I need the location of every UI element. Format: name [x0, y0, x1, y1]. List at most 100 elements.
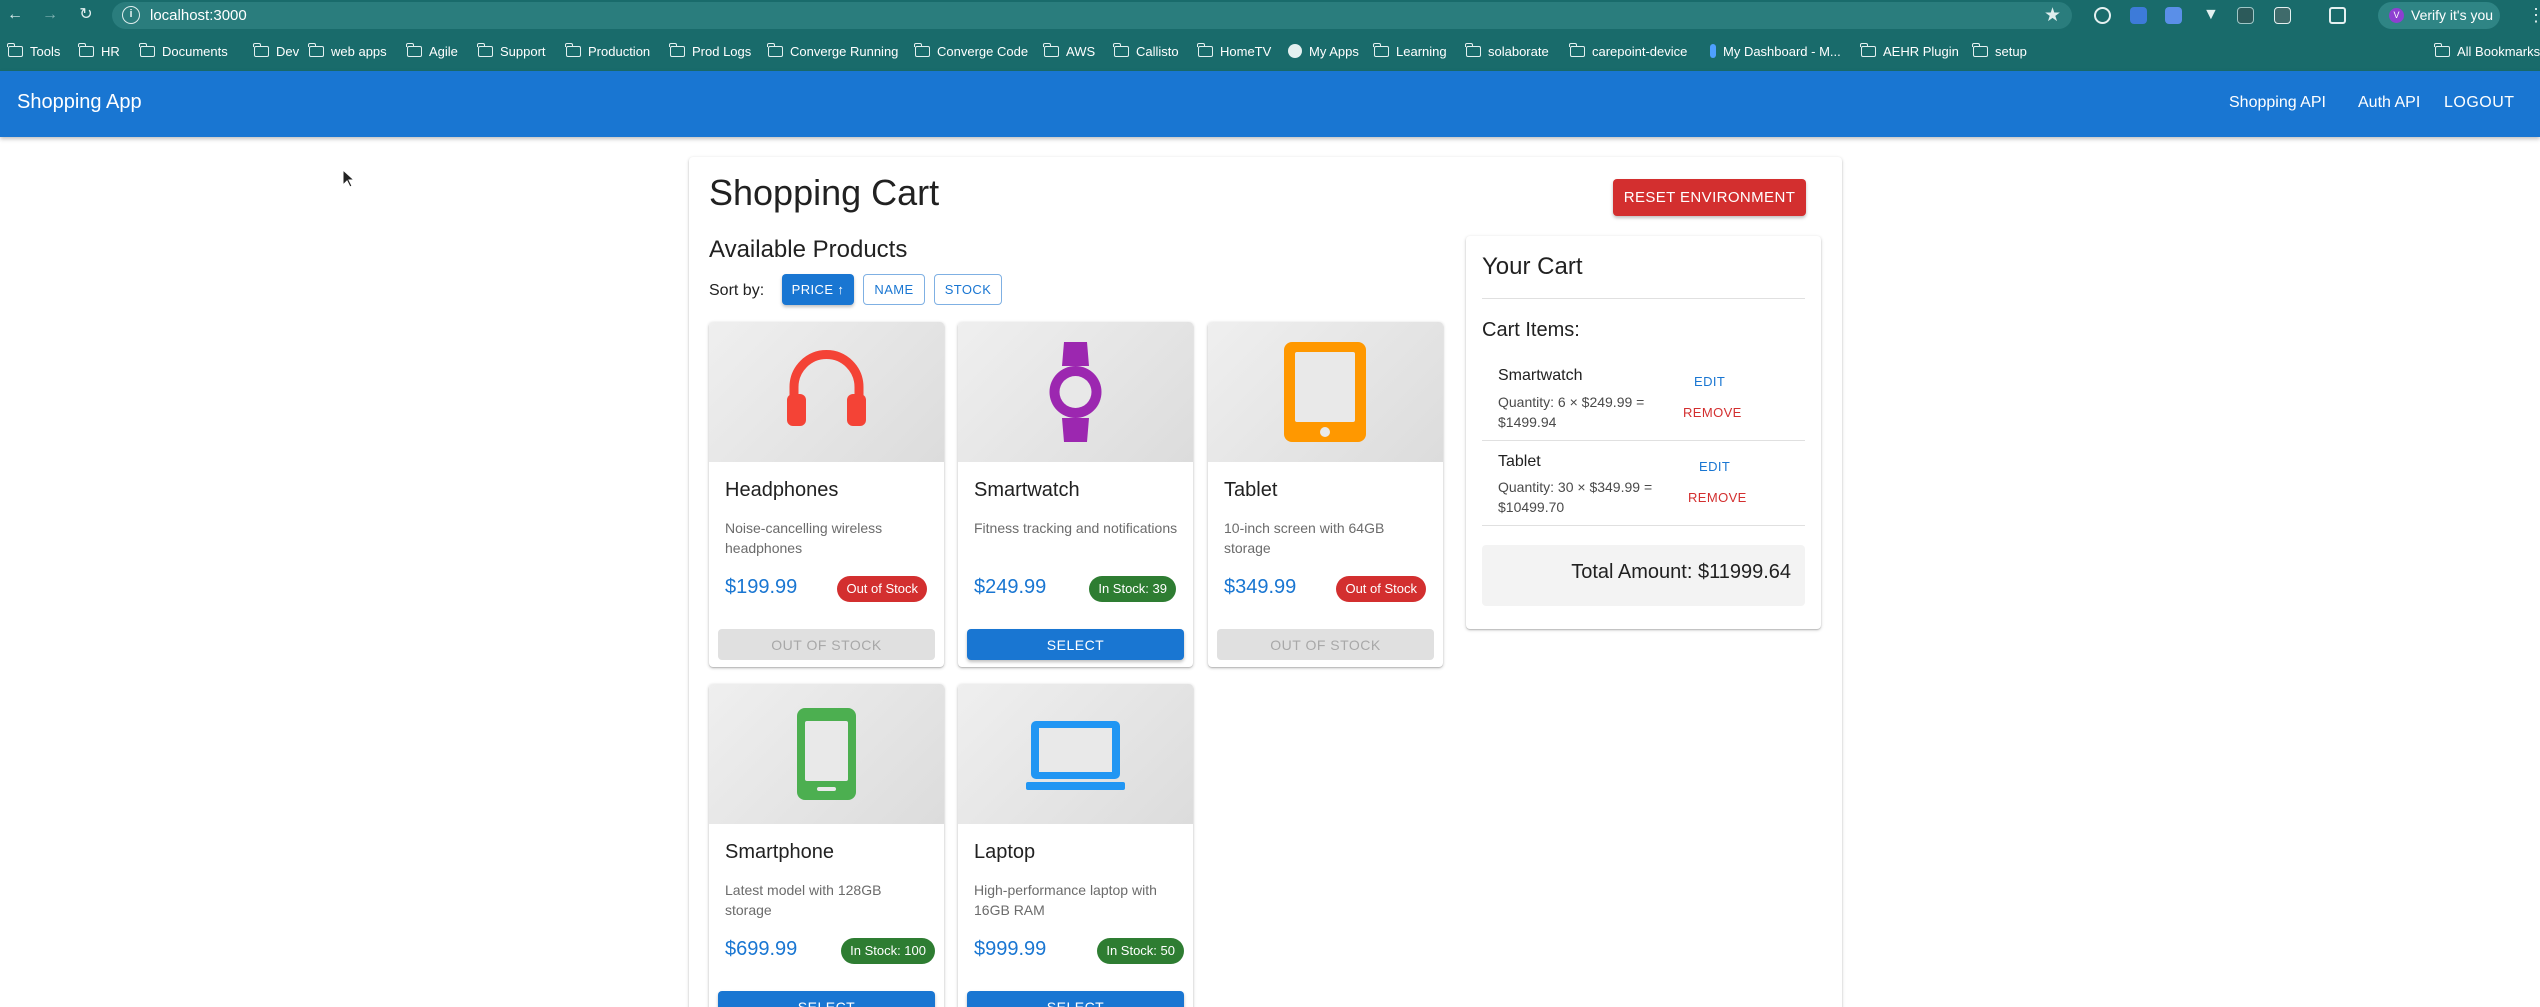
cart-item-name: Tablet [1498, 453, 1541, 470]
tab-search-icon[interactable] [2329, 7, 2346, 24]
bookmark-item[interactable]: Tools [7, 31, 61, 71]
product-card-smartphone: Smartphone Latest model with 128GB stora… [709, 684, 944, 1007]
reset-environment-button[interactable]: RESET ENVIRONMENT [1613, 179, 1806, 216]
divider [1482, 525, 1805, 526]
extensions-puzzle-icon[interactable] [2274, 7, 2291, 24]
extension-card-icon[interactable] [2165, 7, 2182, 24]
back-icon[interactable]: ← [5, 5, 25, 25]
select-product-button[interactable]: SELECT [967, 629, 1184, 660]
sort-name-button[interactable]: NAME [863, 274, 925, 305]
sort-stock-button[interactable]: STOCK [934, 274, 1002, 305]
logout-button[interactable]: LOGOUT [2444, 94, 2515, 112]
folder-icon [78, 42, 94, 57]
bookmark-item[interactable]: Agile [406, 31, 458, 71]
select-product-button[interactable]: SELECT [967, 991, 1184, 1007]
bookmark-item[interactable]: AEHR Plugin [1860, 31, 1959, 71]
bookmark-label: Tools [30, 43, 61, 59]
stock-badge: In Stock: 50 [1097, 938, 1184, 964]
bookmark-label: Agile [429, 43, 458, 59]
product-price: $349.99 [1224, 576, 1297, 598]
sort-price-button[interactable]: PRICE ↑ [782, 274, 854, 305]
all-bookmarks-label: All Bookmarks [2457, 43, 2540, 59]
shopping-api-link[interactable]: Shopping API [2229, 94, 2326, 112]
bookmark-item[interactable]: AWS [1043, 31, 1095, 71]
select-product-button[interactable]: SELECT [718, 991, 935, 1007]
all-bookmarks-item[interactable]: All Bookmarks [2434, 31, 2540, 71]
folder-icon [477, 42, 493, 57]
password-manager-icon[interactable] [2094, 7, 2111, 24]
forward-icon[interactable]: → [40, 5, 60, 25]
bookmark-item[interactable]: Production [565, 31, 651, 71]
bookmark-item[interactable]: HR [78, 31, 120, 71]
bookmark-item[interactable]: Dev [253, 31, 300, 71]
product-card-tablet: Tablet 10-inch screen with 64GB storage … [1208, 322, 1443, 667]
mouse-cursor-icon [342, 169, 356, 188]
folder-icon [406, 42, 422, 57]
folder-icon [914, 42, 930, 57]
out-of-stock-button: OUT OF STOCK [1217, 629, 1434, 660]
bookmark-item[interactable]: Callisto [1113, 31, 1179, 71]
bookmark-label: Production [588, 43, 651, 59]
auth-api-link[interactable]: Auth API [2358, 94, 2420, 112]
bookmark-label: Callisto [1136, 43, 1179, 59]
tablet-icon [1284, 342, 1366, 442]
headphones-icon [787, 350, 866, 426]
bookmark-item[interactable]: Documents [139, 31, 228, 71]
browser-menu-icon[interactable]: ⋮ [2527, 5, 2540, 26]
bookmark-item[interactable]: HomeTV [1197, 31, 1272, 71]
address-bar-url[interactable]: localhost:3000 [150, 7, 247, 24]
product-name: Laptop [974, 841, 1036, 863]
stock-badge: In Stock: 100 [841, 938, 935, 964]
edit-cart-item-button[interactable]: EDIT [1699, 459, 1730, 474]
remove-cart-item-button[interactable]: REMOVE [1688, 490, 1747, 505]
extension-blue-icon[interactable] [2130, 7, 2147, 24]
bookmark-item[interactable]: My Apps [1288, 31, 1359, 71]
profile-status-label: Verify it's you [2411, 7, 2494, 23]
stock-badge: Out of Stock [837, 576, 927, 602]
product-image [958, 684, 1193, 824]
page-title: Shopping Cart [709, 172, 940, 213]
extension-filter-icon[interactable]: ▼ [2203, 6, 2219, 24]
product-description: Noise-cancelling wireless headphones [725, 520, 883, 556]
folder-icon [7, 42, 23, 57]
folder-icon [2434, 42, 2450, 57]
bookmark-item[interactable]: Support [477, 31, 546, 71]
edit-cart-item-button[interactable]: EDIT [1694, 374, 1725, 389]
profile-avatar: V [2389, 8, 2404, 23]
bookmark-label: Dev [276, 43, 300, 59]
bookmark-item[interactable]: Prod Logs [669, 31, 751, 71]
bookmark-item[interactable]: Converge Code [914, 31, 1028, 71]
product-name: Smartwatch [974, 479, 1080, 501]
folder-icon [767, 42, 783, 57]
bookmark-label: Documents [162, 43, 228, 59]
divider [1482, 298, 1805, 299]
bookmark-label: carepoint-device [1592, 43, 1688, 59]
bookmark-item[interactable]: Learning [1373, 31, 1447, 71]
bookmark-label: Learning [1396, 43, 1447, 59]
bookmark-label: HomeTV [1220, 43, 1272, 59]
cart-item-quantity: Quantity: 6 × $249.99 = [1498, 394, 1645, 410]
folder-icon [669, 42, 685, 57]
product-card-laptop: Laptop High-performance laptop with 16GB… [958, 684, 1193, 1007]
product-card-headphones: Headphones Noise-cancelling wireless hea… [709, 322, 944, 667]
bookmark-label: AEHR Plugin [1883, 43, 1959, 59]
extension-dark-icon[interactable] [2237, 7, 2254, 24]
bookmark-item[interactable]: carepoint-device [1569, 31, 1688, 71]
site-info-icon[interactable]: i [122, 6, 140, 24]
bookmark-pin-icon [1710, 44, 1716, 58]
divider [1482, 440, 1805, 441]
bookmark-item[interactable]: web apps [308, 31, 387, 71]
remove-cart-item-button[interactable]: REMOVE [1683, 405, 1742, 420]
bookmark-item[interactable]: setup [1972, 31, 2027, 71]
product-description: Latest model with 128GB storage [725, 882, 882, 918]
bookmark-item[interactable]: solaborate [1465, 31, 1549, 71]
folder-icon [1373, 42, 1389, 57]
products-heading: Available Products [709, 236, 908, 263]
address-bar[interactable] [112, 2, 2072, 29]
cart-item-subtotal: $1499.94 [1498, 414, 1557, 430]
cart-total-amount: Total Amount: $11999.64 [1571, 561, 1791, 583]
bookmark-item[interactable]: My Dashboard - M... [1710, 31, 1841, 71]
bookmark-star-icon[interactable]: ★ [2044, 4, 2061, 27]
reload-icon[interactable]: ↻ [76, 5, 96, 25]
bookmark-item[interactable]: Converge Running [767, 31, 898, 71]
